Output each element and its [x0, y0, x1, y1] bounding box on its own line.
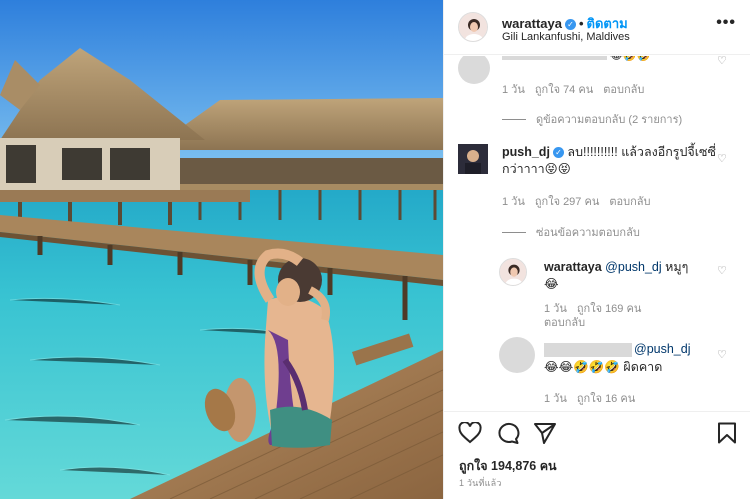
separator-dot: • [578, 16, 584, 31]
more-options-icon[interactable]: ••• [716, 14, 736, 32]
reply-button[interactable]: ตอบกลับ [544, 317, 585, 329]
reply-emoji: 😂 [544, 277, 559, 291]
divider [502, 119, 526, 120]
reply-username[interactable]: warattaya [544, 260, 602, 274]
reply-emojis: 😂😂🤣🤣🤣 [544, 360, 620, 374]
verified-badge-icon: ✓ [564, 19, 576, 30]
posted-time[interactable]: 1 วันที่แล้ว [459, 476, 502, 490]
redacted-username [502, 56, 607, 60]
comment-likes[interactable]: ถูกใจ 297 คน [535, 196, 599, 208]
post-header: warattaya ✓ • ติดตาม Gili Lankanfushi, Mald… [444, 0, 750, 55]
avatar[interactable] [499, 337, 535, 373]
reply-meta: 1 วัน ถูกใจ 16 คน [544, 389, 645, 407]
comment-like-icon[interactable]: ♡ [717, 348, 727, 361]
post-panel: warattaya ✓ • ติดตาม Gili Lankanfushi, Mald… [443, 0, 750, 499]
reply-likes[interactable]: ถูกใจ 169 คน [577, 303, 641, 315]
heart-icon[interactable] [458, 421, 482, 449]
comment-meta: 1 วัน ถูกใจ 74 คน ตอบกลับ [502, 80, 654, 98]
reply-likes[interactable]: ถูกใจ 16 คน [577, 393, 635, 405]
comment-time: 1 วัน [502, 196, 525, 208]
comment-body: push_dj ✓ ลบ!!!!!!!!!! แล้วลงอีกรูปจี้เซซ… [502, 144, 728, 178]
reply-button[interactable]: ตอบกลับ [609, 196, 650, 208]
hide-replies-button[interactable]: ซ่อนข้อความตอบกลับ [502, 223, 640, 241]
likes-count[interactable]: ถูกใจ 194,876 คน [459, 456, 557, 476]
divider [502, 232, 526, 233]
redacted-username [544, 343, 632, 357]
comment-like-icon[interactable]: ♡ [717, 56, 727, 67]
reply-body: warattaya @push_dj หมูๆ 😂 [544, 259, 714, 293]
comment-time: 1 วัน [502, 84, 525, 96]
mention-link[interactable]: @push_dj [634, 342, 690, 356]
follow-button[interactable]: ติดตาม [587, 16, 628, 31]
comment-username[interactable]: push_dj [502, 145, 550, 159]
reply-text: หมูๆ [661, 260, 689, 274]
mention-link[interactable]: @push_dj [605, 260, 661, 274]
comment-meta: 1 วัน ถูกใจ 297 คน ตอบกลับ [502, 192, 660, 210]
comment-like-icon[interactable]: ♡ [717, 264, 727, 277]
share-icon[interactable] [533, 422, 557, 449]
post-username[interactable]: warattaya [502, 16, 562, 31]
reply-button[interactable]: ตอบกลับ [603, 84, 644, 96]
avatar[interactable] [458, 12, 488, 42]
comments-list[interactable]: 😂🤣🤣 ♡ 1 วัน ถูกใจ 74 คน ตอบกลับ ดูข้อความต… [444, 56, 750, 411]
bookmark-icon[interactable] [717, 422, 737, 449]
reply-meta: 1 วัน ถูกใจ 169 คน ตอบกลับ [544, 302, 651, 330]
reply-time: 1 วัน [544, 393, 567, 405]
comment-like-icon[interactable]: ♡ [717, 152, 727, 165]
view-replies-button[interactable]: ดูข้อความตอบกลับ (2 รายการ) [502, 110, 682, 128]
comment-likes[interactable]: ถูกใจ 74 คน [535, 84, 593, 96]
avatar[interactable] [458, 56, 490, 84]
reply-text-words: ผิดคาด [619, 360, 663, 374]
reply-text: 😂😂🤣🤣🤣 ผิดคาด [544, 359, 662, 376]
verified-badge-icon: ✓ [552, 147, 564, 158]
comment-icon[interactable] [496, 422, 520, 449]
post-photo[interactable] [0, 0, 443, 499]
avatar[interactable] [458, 144, 488, 174]
reply-time: 1 วัน [544, 303, 567, 315]
post-location[interactable]: Gili Lankanfushi, Maldives [502, 31, 630, 43]
avatar[interactable] [499, 258, 527, 286]
comment-text: 😂🤣🤣 [610, 56, 651, 62]
